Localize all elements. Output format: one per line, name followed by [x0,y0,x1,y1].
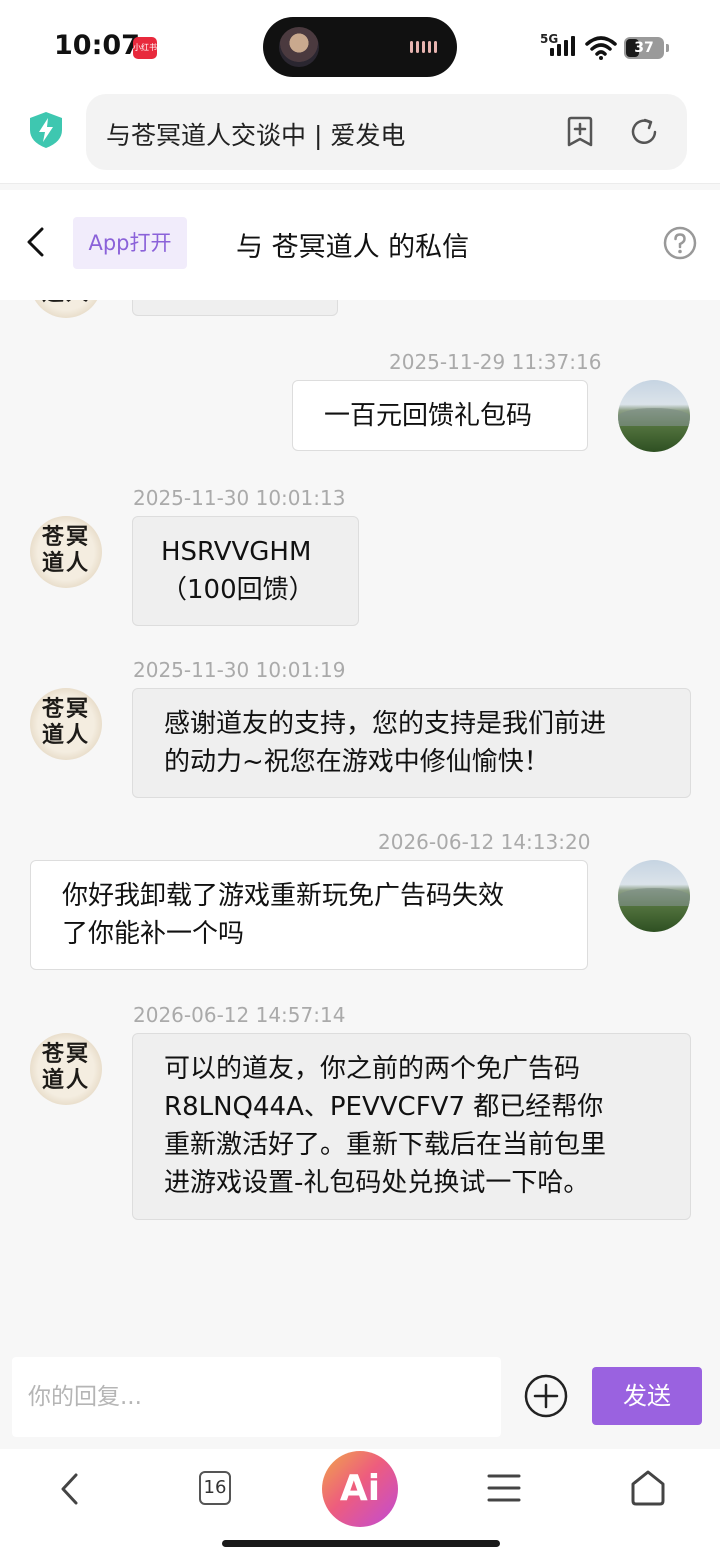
reply-bar: 发送 [0,1345,720,1449]
ai-assistant-button[interactable]: Ai [322,1451,398,1527]
menu-icon[interactable] [487,1473,521,1503]
shield-icon[interactable] [28,110,64,150]
my-avatar[interactable] [618,380,690,452]
home-icon[interactable] [630,1469,666,1507]
dynamic-island[interactable] [263,17,457,77]
message-bubble: 感谢道友的支持，您的支持是我们前进 的动力~祝您在游戏中修仙愉快！ [132,688,691,798]
reload-icon[interactable] [628,116,660,148]
home-indicator [222,1540,500,1547]
contact-avatar[interactable]: 苍冥道人 [30,300,102,318]
open-in-app-button[interactable]: App打开 [73,217,187,269]
message-text: 了你能补一个吗 [62,919,245,949]
status-bar: 10:07 小红书 5G 37 [0,0,720,92]
chat-header: App打开 与 苍冥道人 的私信 [0,190,720,300]
battery-icon: 37 [624,37,664,59]
message-text: 你好我卸载了游戏重新玩免广告码失效 [62,881,505,911]
xiaohongshu-app-badge: 小红书 [133,37,157,59]
wifi-icon [585,36,617,60]
message-bubble: 一百元回馈礼包码 [292,380,588,451]
message-text: 一百元回馈礼包码 [324,401,533,431]
message-timestamp: 2025-11-30 10:01:19 [133,658,346,682]
signal-icon [550,36,575,56]
battery-level: 37 [634,40,654,56]
help-icon[interactable] [663,226,697,260]
message-text: 进游戏设置-礼包码处兑换试一下哈。 [164,1168,590,1198]
browser-bottom-nav: 16 Ai [0,1449,720,1559]
back-arrow-icon[interactable] [24,226,48,258]
message-text: R8LNQ44A、PEVVCFV7 都已经帮你 [164,1092,604,1122]
browser-bar: 与苍冥道人交谈中 | 爱发电 [0,92,720,184]
reply-input[interactable] [12,1357,501,1437]
message-timestamp: 2025-11-29 11:37:16 [389,350,602,374]
message-text: （100回馈） [161,575,315,605]
message-list[interactable]: 苍冥道人 2025-11-29 11:37:16 一百元回馈礼包码 2025-1… [0,300,720,1345]
audio-wave-icon [410,41,437,53]
message-text: 的动力~祝您在游戏中修仙愉快！ [164,747,550,777]
my-avatar[interactable] [618,860,690,932]
message-bubble-clipped [132,300,338,316]
battery-tip [666,44,669,52]
page-title-url: 与苍冥道人交谈中 | 爱发电 [106,121,406,150]
message-text: HSRVVGHM [161,537,312,567]
island-avatar [279,27,319,67]
tabs-button[interactable]: 16 [199,1471,231,1505]
status-time: 10:07 [54,30,140,61]
add-bookmark-icon[interactable] [564,116,596,148]
message-bubble: 你好我卸载了游戏重新玩免广告码失效 了你能补一个吗 [30,860,588,970]
send-button[interactable]: 发送 [592,1367,702,1425]
contact-avatar[interactable]: 苍冥道人 [30,516,102,588]
contact-avatar[interactable]: 苍冥道人 [30,688,102,760]
chat-title: 与 苍冥道人 的私信 [236,232,470,263]
message-bubble: HSRVVGHM （100回馈） [132,516,359,626]
url-field[interactable]: 与苍冥道人交谈中 | 爱发电 [86,94,687,170]
message-timestamp: 2026-06-12 14:57:14 [133,1003,346,1027]
message-timestamp: 2026-06-12 14:13:20 [378,830,591,854]
message-text: 可以的道友，你之前的两个免广告码 [164,1054,581,1084]
message-text: 感谢道友的支持，您的支持是我们前进 [164,709,607,739]
add-attachment-icon[interactable] [524,1374,568,1418]
message-timestamp: 2025-11-30 10:01:13 [133,486,346,510]
message-bubble: 可以的道友，你之前的两个免广告码 R8LNQ44A、PEVVCFV7 都已经帮你… [132,1033,691,1220]
message-text: 重新激活好了。重新下载后在当前包里 [164,1130,607,1160]
browser-back-icon[interactable] [56,1471,84,1507]
contact-avatar[interactable]: 苍冥道人 [30,1033,102,1105]
